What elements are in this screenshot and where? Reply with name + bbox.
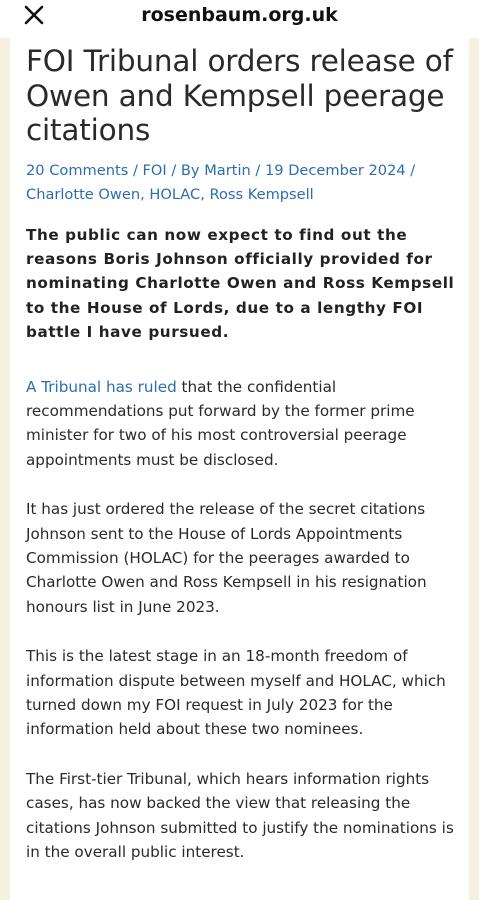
tribunal-ruled-link[interactable]: A Tribunal has ruled [26,378,177,396]
category-link[interactable]: FOI [143,162,167,179]
article-card: FOI Tribunal orders release of Owen and … [10,38,469,900]
article-content: FOI Tribunal orders release of Owen and … [26,38,456,864]
tag-link[interactable]: Ross Kempsell [209,186,313,203]
by-label: By [180,161,200,179]
article-lead: The public can now expect to find out th… [26,225,455,342]
meta-separator: / [250,161,265,179]
article-meta: 20 Comments / FOI / By Martin / 19 Decem… [26,161,416,203]
paragraph-4: The First-tier Tribunal, which hears inf… [26,769,454,862]
comments-link[interactable]: 20 Comments [26,162,128,179]
paragraph-1: A Tribunal has ruled that the confidenti… [26,375,456,473]
paragraph-2: It has just ordered the release of the s… [26,500,427,616]
date-text: 19 December 2024 [264,161,406,179]
meta-separator: / [128,161,143,179]
url-text[interactable]: rosenbaum.org.uk [0,2,479,28]
tag-link[interactable]: HOLAC [149,186,200,203]
browser-top-bar: rosenbaum.org.uk [0,0,479,38]
meta-separator: / [405,161,416,179]
meta-separator: / [166,161,181,179]
paragraph-3: This is the latest stage in an 18-month … [26,647,446,739]
author-link[interactable]: Martin [204,162,251,179]
tag-link[interactable]: Charlotte Owen [26,186,140,203]
article-title: FOI Tribunal orders release of Owen and … [26,44,453,147]
